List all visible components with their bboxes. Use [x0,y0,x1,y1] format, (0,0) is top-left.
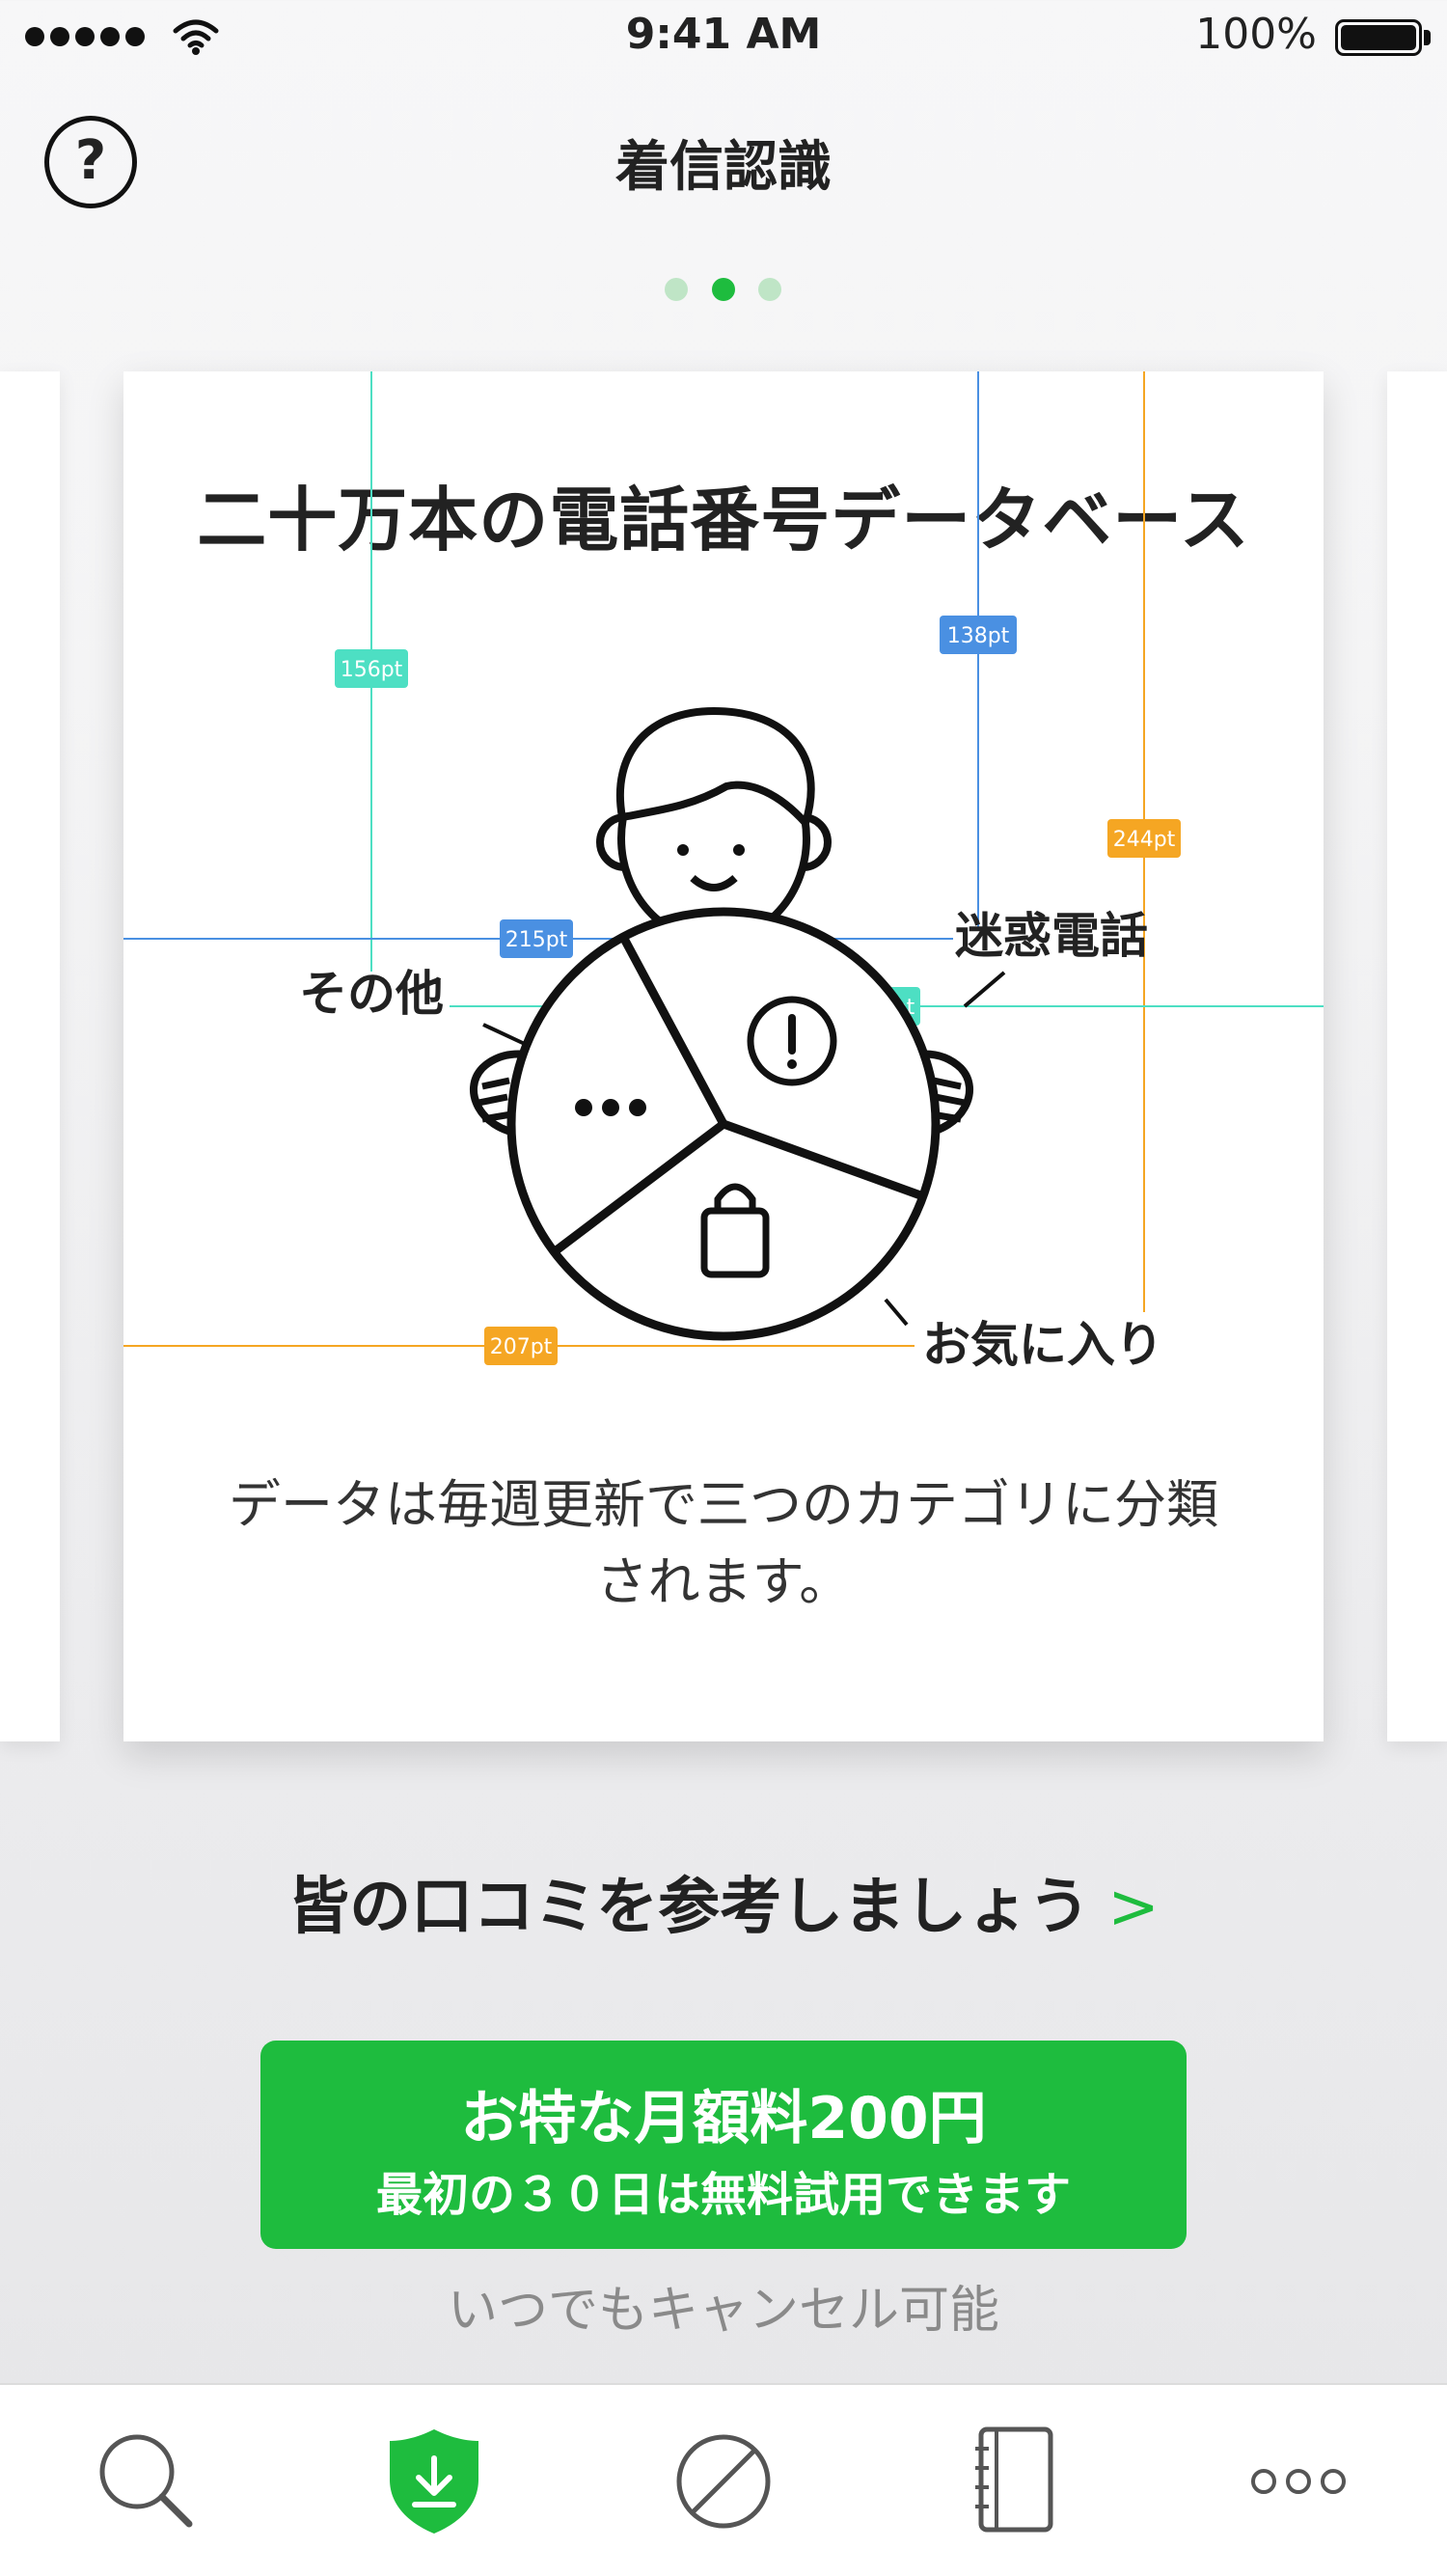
page-title: 着信認識 [615,136,832,199]
svg-text:156pt: 156pt [341,658,403,682]
ellipsis-icon [575,1099,646,1116]
card-description-line: されます。 [595,1551,852,1612]
tab-search[interactable] [87,2424,203,2539]
measurement-badge: 138pt [940,616,1017,654]
tab-notebook[interactable] [960,2424,1076,2539]
card-description-line: データは毎週更新で三つのカテゴリに分類 [229,1474,1218,1535]
tab-caller-id[interactable] [376,2424,492,2539]
label-spam: 迷惑電話 [955,908,1148,964]
carousel-card-next[interactable] [1387,371,1447,1741]
block-icon [676,2434,771,2529]
battery-tip [1424,30,1431,45]
cancel-note: いつでもキャンセル可能 [447,2282,999,2340]
label-other: その他 [299,966,444,1022]
tab-block[interactable] [666,2424,781,2539]
tab-bar [0,2383,1447,2576]
status-bar: 9:41 AM 100% [0,0,1447,77]
page-dot[interactable] [758,278,781,301]
page-dot-active[interactable] [712,278,735,301]
battery-percentage: 100% [1195,10,1317,59]
subscribe-button[interactable]: お特な月額料200円 最初の３０日は無料試用できます [260,2041,1187,2249]
svg-text:215pt: 215pt [505,928,568,952]
notebook-icon [975,2426,1053,2533]
svg-text:207pt: 207pt [490,1335,553,1359]
carousel-card-previous[interactable] [0,371,60,1741]
page-dot[interactable] [665,278,688,301]
label-favorite: お気に入り [922,1317,1163,1373]
reviews-link-label: 皆の口コミを参考しましょう [287,1872,1091,1943]
svg-text:138pt: 138pt [947,624,1010,648]
chevron-right-icon: > [1107,1872,1160,1943]
measurement-badge: 207pt [484,1327,558,1365]
more-icon [1251,2469,1346,2494]
carousel-card[interactable]: 二十万本の電話番号データベース 156pt 138pt 244pt 215pt [123,371,1324,1741]
shield-download-icon [390,2429,478,2534]
tab-more[interactable] [1244,2424,1360,2539]
subscribe-trial: 最初の３０日は無料試用できます [375,2168,1071,2222]
search-icon [99,2434,193,2528]
battery-icon [1335,19,1422,56]
measurement-badge: 244pt [1107,819,1181,858]
database-illustration: 156pt 138pt 244pt 215pt 227pt 207pt [123,371,1324,1373]
measurement-badge: 156pt [335,649,408,688]
warning-icon [747,996,837,1086]
reviews-link[interactable]: 皆の口コミを参考しましょう > [0,1857,1447,1946]
card-description: データは毎週更新で三つのカテゴリに分類 されます。 [201,1466,1246,1621]
measurement-badge: 215pt [500,919,573,958]
subscribe-price: お特な月額料200円 [460,2085,987,2152]
svg-text:244pt: 244pt [1113,828,1176,852]
